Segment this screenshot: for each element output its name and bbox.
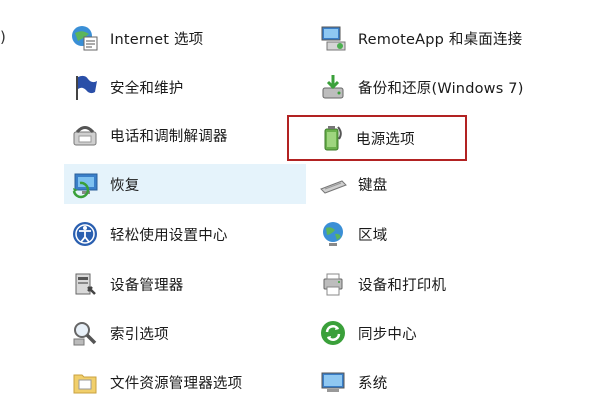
- item-recovery[interactable]: 恢复: [64, 164, 306, 204]
- item-label: 同步中心: [358, 326, 417, 343]
- item-label: 备份和还原(Windows 7): [358, 80, 524, 97]
- item-label: 电源选项: [356, 131, 415, 148]
- item-keyboard[interactable]: 键盘: [312, 164, 567, 204]
- item-label: 区域: [358, 227, 388, 244]
- item-label: 电话和调制解调器: [110, 128, 228, 145]
- region-globe-icon: [316, 217, 350, 251]
- device-manager-icon: [68, 267, 102, 301]
- item-label: 设备和打印机: [358, 277, 447, 294]
- backup-restore-icon: [316, 70, 350, 104]
- folder-options-icon: [68, 365, 102, 399]
- remoteapp-icon: [316, 21, 350, 55]
- item-power-options[interactable]: 电源选项: [287, 115, 467, 161]
- item-devices-printers[interactable]: 设备和打印机: [312, 264, 567, 304]
- item-folder-options[interactable]: 文件资源管理器选项: [64, 362, 306, 402]
- item-phone-modem[interactable]: 电话和调制解调器: [64, 115, 306, 155]
- internet-options-icon: [68, 21, 102, 55]
- recovery-icon: [68, 167, 102, 201]
- item-label: 键盘: [358, 177, 388, 194]
- item-backup-restore[interactable]: 备份和还原(Windows 7): [312, 67, 567, 107]
- phone-modem-icon: [68, 118, 102, 152]
- item-label: RemoteApp 和桌面连接: [358, 31, 523, 48]
- devices-printers-icon: [316, 267, 350, 301]
- edge-fragment: ): [0, 28, 6, 46]
- sync-center-icon: [316, 316, 350, 350]
- keyboard-icon: [316, 167, 350, 201]
- item-label: 设备管理器: [110, 277, 184, 294]
- item-device-manager[interactable]: 设备管理器: [64, 264, 306, 304]
- ease-of-access-icon: [68, 217, 102, 251]
- item-label: 安全和维护: [110, 80, 184, 97]
- item-label: Internet 选项: [110, 31, 204, 48]
- item-label: 索引选项: [110, 326, 169, 343]
- item-remoteapp[interactable]: RemoteApp 和桌面连接: [312, 18, 567, 58]
- item-security-maintenance[interactable]: 安全和维护: [64, 67, 306, 107]
- item-label: 轻松使用设置中心: [110, 227, 228, 244]
- item-internet-options[interactable]: Internet 选项: [64, 18, 306, 58]
- item-indexing-options[interactable]: 索引选项: [64, 313, 306, 353]
- indexing-icon: [68, 316, 102, 350]
- item-system[interactable]: 系统: [312, 362, 567, 402]
- system-icon: [316, 365, 350, 399]
- power-options-icon: [314, 121, 348, 155]
- item-label: 恢复: [110, 177, 140, 194]
- security-flag-icon: [68, 70, 102, 104]
- item-ease-of-access[interactable]: 轻松使用设置中心: [64, 214, 306, 254]
- item-label: 文件资源管理器选项: [110, 375, 243, 392]
- item-region[interactable]: 区域: [312, 214, 567, 254]
- item-label: 系统: [358, 375, 388, 392]
- item-sync-center[interactable]: 同步中心: [312, 313, 567, 353]
